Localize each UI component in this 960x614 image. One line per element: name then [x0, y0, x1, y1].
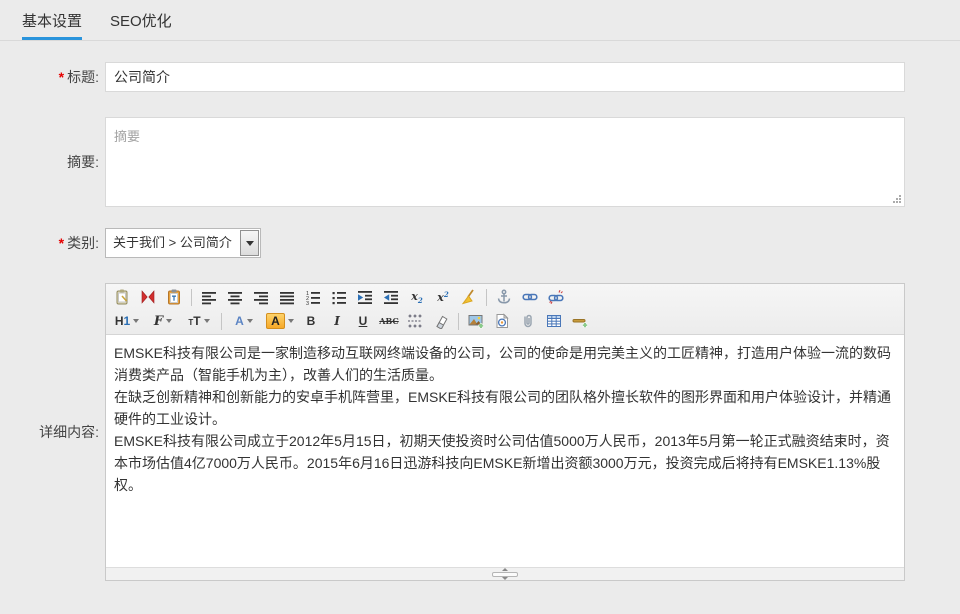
insert-image-icon — [468, 313, 484, 329]
toolbar-row-1: 123 x2 x2 — [109, 285, 901, 309]
content-label: 详细内容: — [0, 422, 105, 442]
chevron-down-icon — [246, 241, 254, 246]
required-asterisk: * — [59, 69, 64, 85]
strikethrough-button[interactable]: ABC — [376, 311, 402, 332]
broom-icon — [461, 289, 477, 305]
editor-toolbar: 123 x2 x2 — [106, 284, 904, 335]
line-height-button[interactable] — [402, 311, 428, 332]
content-paragraph: EMSKE科技有限公司成立于2012年5月15日，初期天使投资时公司估值5000… — [114, 430, 896, 496]
paste-button[interactable] — [109, 287, 135, 308]
category-select-value: 关于我们 > 公司简介 — [106, 229, 239, 257]
anchor-icon — [496, 289, 512, 305]
toolbar-separator — [221, 313, 222, 330]
rich-text-editor: 123 x2 x2 — [105, 283, 905, 581]
resize-up-arrow-icon — [502, 568, 508, 571]
underline-button[interactable]: U — [350, 311, 376, 332]
align-justify-button[interactable] — [274, 287, 300, 308]
insert-hr-button[interactable] — [567, 311, 593, 332]
editor-resize-grip[interactable] — [492, 572, 518, 577]
indent-decrease-icon — [383, 289, 399, 305]
align-justify-icon — [279, 289, 295, 305]
insert-hr-icon — [572, 313, 588, 329]
line-height-icon — [407, 313, 423, 329]
chevron-down-icon — [166, 319, 172, 323]
eraser-icon — [433, 313, 449, 329]
heading-dropdown-button[interactable]: H1 — [109, 311, 145, 332]
content-row: 详细内容: — [0, 283, 905, 581]
summary-label: 摘要: — [0, 152, 105, 172]
title-label: *标题: — [0, 67, 105, 87]
summary-textarea[interactable] — [105, 117, 905, 207]
insert-table-button[interactable] — [541, 311, 567, 332]
unordered-list-icon — [331, 289, 347, 305]
superscript-button[interactable]: x2 — [430, 287, 456, 308]
eraser-button[interactable] — [428, 311, 454, 332]
unlink-button[interactable] — [543, 287, 569, 308]
editor-resize-bar[interactable] — [106, 567, 904, 580]
required-asterisk: * — [59, 235, 64, 251]
align-right-button[interactable] — [248, 287, 274, 308]
toolbar-separator — [191, 289, 192, 306]
align-left-button[interactable] — [196, 287, 222, 308]
font-family-dropdown-button[interactable]: F — [145, 311, 181, 332]
title-input[interactable] — [105, 62, 905, 92]
chevron-down-icon — [133, 319, 139, 323]
bold-button[interactable]: B — [298, 311, 324, 332]
indent-increase-button[interactable] — [352, 287, 378, 308]
svg-text:3: 3 — [306, 301, 309, 305]
anchor-button[interactable] — [491, 287, 517, 308]
ordered-list-button[interactable]: 123 — [300, 287, 326, 308]
paste-icon — [114, 289, 130, 305]
highlight-color-dropdown-button[interactable]: A — [262, 311, 298, 332]
ordered-list-icon: 123 — [305, 289, 321, 305]
text-color-dropdown-button[interactable]: A — [226, 311, 262, 332]
unlink-icon — [548, 289, 564, 305]
tab-basic-settings[interactable]: 基本设置 — [22, 10, 82, 40]
link-icon — [522, 289, 538, 305]
toolbar-separator — [458, 313, 459, 330]
resize-down-arrow-icon — [502, 577, 508, 580]
subscript-button[interactable]: x2 — [404, 287, 430, 308]
category-row: *类别: 关于我们 > 公司简介 — [0, 228, 261, 258]
align-center-icon — [227, 289, 243, 305]
insert-media-button[interactable] — [489, 311, 515, 332]
align-left-icon — [201, 289, 217, 305]
category-select[interactable]: 关于我们 > 公司简介 — [105, 228, 261, 258]
indent-increase-icon — [357, 289, 373, 305]
category-label: *类别: — [0, 233, 105, 253]
clear-format-button[interactable] — [456, 287, 482, 308]
content-paragraph: 在缺乏创新精神和创新能力的安卓手机阵营里，EMSKE科技有限公司的团队格外擅长软… — [114, 386, 896, 430]
paperclip-icon — [520, 313, 536, 329]
paste-from-word-icon — [166, 289, 182, 305]
category-select-dropdown-button[interactable] — [240, 230, 259, 256]
attachment-button[interactable] — [515, 311, 541, 332]
insert-media-icon — [494, 313, 510, 329]
chevron-down-icon — [288, 319, 294, 323]
chevron-down-icon — [247, 319, 253, 323]
content-paragraph: EMSKE科技有限公司是一家制造移动互联网终端设备的公司，公司的使命是用完美主义… — [114, 342, 896, 386]
link-button[interactable] — [517, 287, 543, 308]
unordered-list-button[interactable] — [326, 287, 352, 308]
paste-plain-text-icon — [140, 289, 156, 305]
table-icon — [546, 313, 562, 329]
textarea-resize-grip-icon[interactable] — [891, 193, 903, 205]
tab-bar: 基本设置 SEO优化 — [0, 0, 960, 41]
font-size-dropdown-button[interactable]: TT — [181, 311, 217, 332]
insert-image-button[interactable] — [463, 311, 489, 332]
paste-from-word-button[interactable] — [161, 287, 187, 308]
chevron-down-icon — [204, 319, 210, 323]
paste-plain-text-button[interactable] — [135, 287, 161, 308]
toolbar-row-2: H1 F TT A A B I U ABC — [109, 309, 901, 333]
summary-row: 摘要: — [0, 117, 905, 207]
tab-seo[interactable]: SEO优化 — [110, 10, 172, 40]
toolbar-separator — [486, 289, 487, 306]
title-row: *标题: — [0, 62, 905, 92]
italic-button[interactable]: I — [324, 311, 350, 332]
align-right-icon — [253, 289, 269, 305]
indent-decrease-button[interactable] — [378, 287, 404, 308]
align-center-button[interactable] — [222, 287, 248, 308]
editor-content-area[interactable]: EMSKE科技有限公司是一家制造移动互联网终端设备的公司，公司的使命是用完美主义… — [106, 335, 904, 567]
